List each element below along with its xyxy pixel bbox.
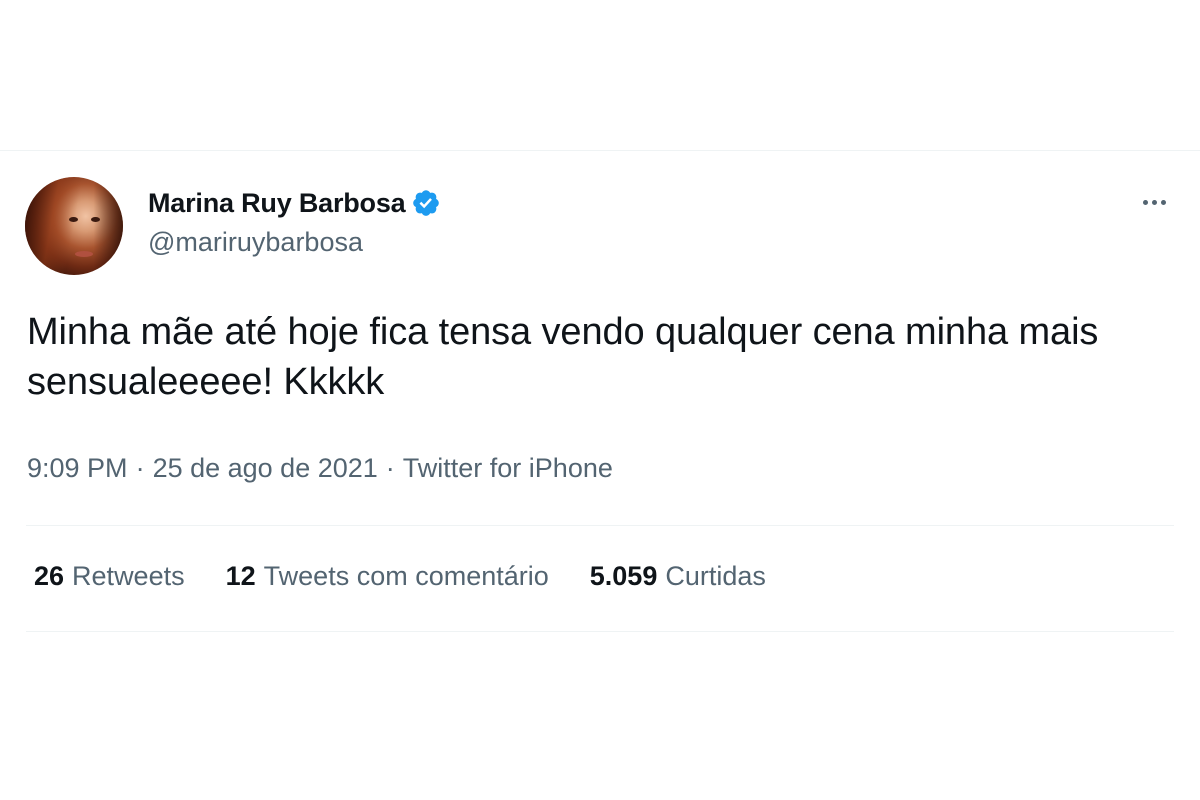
tweet-stats: 26 Retweets 12 Tweets com comentário 5.059…	[34, 561, 807, 592]
stat-likes[interactable]: 5.059 Curtidas	[590, 561, 766, 592]
author-name-row: Marina Ruy Barbosa	[148, 187, 441, 219]
tweet-meta: 9:09 PM · 25 de ago de 2021 · Twitter for iP…	[27, 453, 613, 484]
more-dot-icon	[1151, 199, 1157, 205]
more-options-button[interactable]	[1132, 189, 1176, 215]
verified-badge-icon	[413, 190, 440, 216]
tweet-source[interactable]: Twitter for iPhone	[403, 453, 613, 483]
stat-label: Tweets com comentário	[263, 561, 549, 591]
meta-separator: ·	[385, 453, 395, 483]
avatar-lips	[75, 251, 93, 257]
stat-count: 12	[225, 561, 256, 591]
tweet-text: Minha mãe até hoje fica tensa vendo qual…	[27, 311, 1099, 403]
more-dot-icon	[1142, 199, 1148, 205]
avatar-eye-left	[69, 217, 78, 222]
divider	[26, 525, 1174, 526]
author-handle[interactable]: @mariruybarbosa	[148, 227, 363, 258]
tweet-card: Marina Ruy Barbosa @mariruybarbosa Minha…	[0, 151, 1200, 800]
stat-quote-tweets[interactable]: 12 Tweets com comentário	[226, 561, 549, 592]
author-display-name[interactable]: Marina Ruy Barbosa	[148, 188, 406, 219]
stat-label: Retweets	[72, 561, 185, 591]
divider	[26, 631, 1174, 632]
avatar-hair-shading	[25, 177, 123, 275]
stat-count: 5.059	[589, 561, 658, 591]
stat-label: Curtidas	[665, 561, 766, 591]
meta-separator: ·	[135, 453, 145, 483]
avatar-eye-right	[91, 217, 100, 222]
stat-count: 26	[34, 561, 65, 591]
tweet-date[interactable]: 25 de ago de 2021	[153, 453, 378, 483]
more-dot-icon	[1160, 199, 1166, 205]
tweet-time[interactable]: 9:09 PM	[27, 453, 128, 483]
avatar[interactable]	[25, 177, 123, 275]
stat-retweets[interactable]: 26 Retweets	[34, 561, 185, 592]
